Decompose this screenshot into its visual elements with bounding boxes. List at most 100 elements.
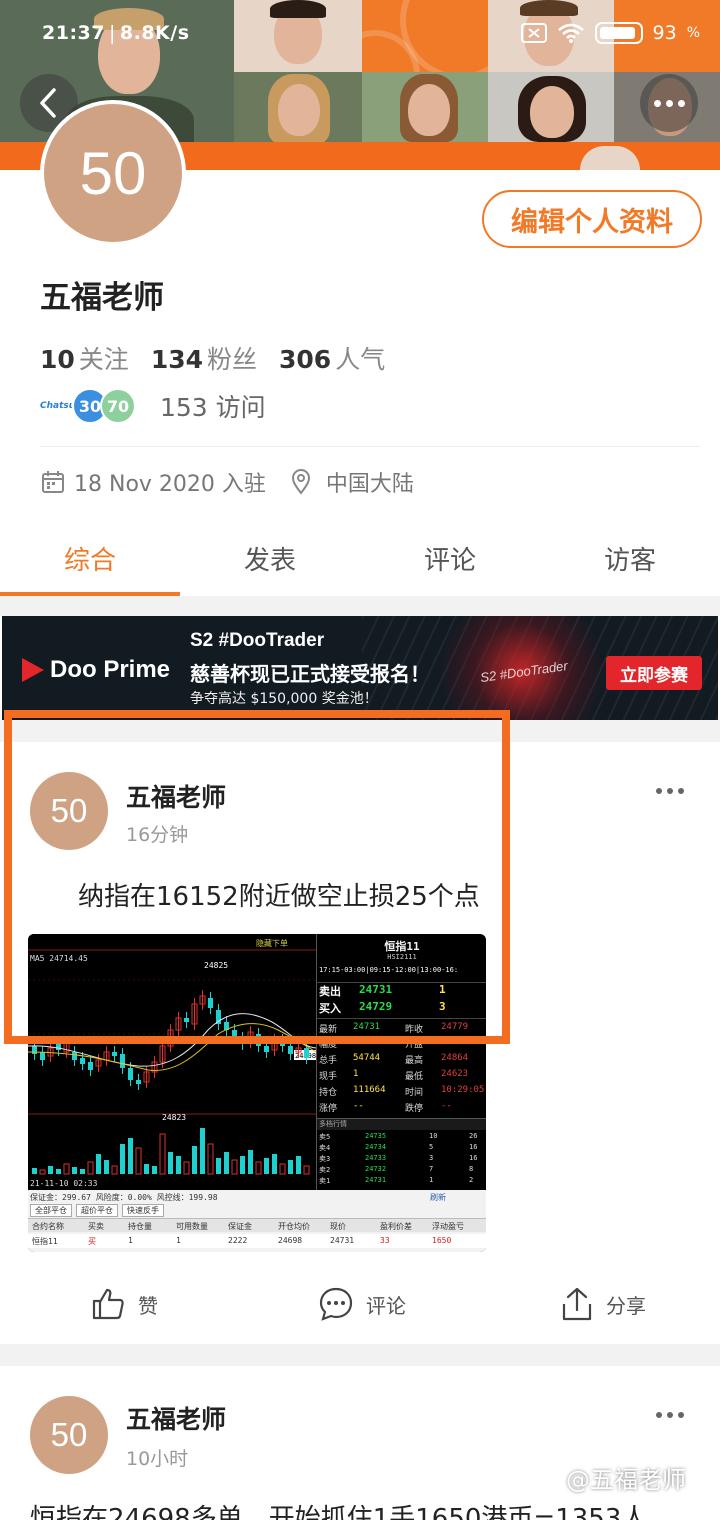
table-cell: 24731 <box>330 1236 355 1245</box>
table-cell: 1 <box>176 1236 181 1245</box>
popularity-label: 人气 <box>335 345 386 374</box>
quote-cell: 涨停 <box>319 1104 338 1114</box>
quote-cell: 1 <box>353 1069 359 1079</box>
table-header-cell: 浮动盈亏 <box>432 1222 464 1231</box>
dot-icon <box>665 99 673 107</box>
quote-cell: 时间 <box>405 1088 424 1098</box>
cover-photo-tile <box>488 72 614 142</box>
post-author[interactable]: 五福老师 <box>126 1400 226 1436</box>
dot-icon <box>667 1412 673 1418</box>
depth-cell: 7 <box>429 1165 434 1173</box>
refresh-button[interactable]: 刷新 <box>430 1192 446 1203</box>
table-header-cell: 保证金 <box>228 1222 252 1231</box>
cover-photo-tile <box>234 72 362 142</box>
table-header-cell: 持仓量 <box>128 1222 152 1231</box>
candle <box>288 1046 293 1054</box>
quote-cell: 总手 <box>319 1056 338 1066</box>
calendar-icon <box>42 471 64 493</box>
tab-comments[interactable]: 评论 <box>360 520 540 596</box>
followers-count[interactable]: 134 <box>151 345 203 374</box>
table-cell: 2222 <box>228 1236 248 1245</box>
dot-icon <box>656 788 662 794</box>
status-time: 21:37 | 8.8K/s <box>42 22 190 44</box>
candle <box>40 1052 45 1060</box>
ad-cta-button[interactable]: 立即参赛 <box>606 656 702 690</box>
volume-bar <box>264 1158 269 1174</box>
quote-cell: 111664 <box>353 1085 386 1095</box>
depth-cell: 卖3 <box>319 1155 331 1163</box>
depth-cell: 卖4 <box>319 1144 331 1152</box>
chart-date: 21-11-10 02:33 <box>30 1179 98 1188</box>
watermark: @五福老师 <box>566 1466 686 1494</box>
like-button[interactable]: 赞 <box>90 1286 158 1322</box>
candle <box>128 1068 133 1080</box>
dot-icon <box>653 99 661 107</box>
followers-label[interactable]: 粉丝 <box>207 340 257 376</box>
tab-visitors[interactable]: 访客 <box>540 520 720 596</box>
post-more-button[interactable] <box>656 1412 684 1418</box>
depth-cell: 1 <box>429 1176 434 1184</box>
depth-cell: 8 <box>469 1165 474 1173</box>
close-all-button[interactable]: 全部平仓 <box>30 1204 72 1217</box>
depth-cell: 24732 <box>365 1165 387 1173</box>
depth-cell: 24735 <box>365 1132 387 1140</box>
candle <box>304 1048 309 1058</box>
section-gap <box>0 596 720 616</box>
post-text: 恒指在24698多单，开始抓住1手1650港币=1353人 <box>30 1504 648 1520</box>
profile-avatar[interactable]: 50 <box>40 100 186 246</box>
candle <box>264 1046 269 1052</box>
table-header-cell: 开仓均价 <box>278 1222 310 1231</box>
following-label[interactable]: 关注 <box>79 340 129 376</box>
account-line: 保证金：299.67 风险度：0.00% 风控线：199.98 <box>30 1193 218 1202</box>
depth-cell: 16 <box>469 1143 478 1151</box>
candle <box>112 1052 117 1056</box>
dot-icon <box>677 99 685 107</box>
share-button[interactable]: 分享 <box>560 1286 646 1322</box>
visit-count: 153 访问 <box>160 393 266 422</box>
depth-row: 卖1 24731 1 2 <box>317 1176 486 1187</box>
tab-overview[interactable]: 综合 <box>0 520 180 596</box>
comment-button[interactable]: 评论 <box>318 1286 406 1322</box>
table-header-cell: 合约名称 <box>32 1222 64 1231</box>
quote-cell: 最高 <box>405 1056 424 1066</box>
depth-cell: 24734 <box>365 1143 387 1151</box>
quote-row: 涨停 -- 跌停 -- <box>317 1098 486 1114</box>
following-count[interactable]: 10 <box>40 345 75 374</box>
thumbs-up-icon <box>92 1288 124 1320</box>
depth-row: 卖2 24732 7 8 <box>317 1165 486 1176</box>
volume-bar <box>224 1152 229 1174</box>
comment-label: 评论 <box>366 1293 406 1318</box>
volume-bar <box>144 1164 149 1174</box>
post-more-button[interactable] <box>656 788 684 794</box>
clock-text: 21:37 <box>42 22 105 44</box>
volume-bar <box>288 1160 293 1174</box>
profile-badges: Chatsu 30 70 153 访问 <box>40 388 266 424</box>
volume-bar <box>120 1144 125 1174</box>
account-panel: 保证金：299.67 风险度：0.00% 风控线：199.98 刷新 全部平仓 … <box>28 1190 486 1252</box>
tab-posts[interactable]: 发表 <box>180 520 360 596</box>
table-cell: 33 <box>380 1236 390 1245</box>
table-cell: 24698 <box>278 1236 303 1245</box>
volume-bar <box>176 1156 181 1174</box>
volume-bar <box>128 1138 133 1174</box>
candle <box>88 1062 93 1070</box>
reverse-button[interactable]: 快速反手 <box>122 1204 164 1217</box>
close-over-button[interactable]: 超价平仓 <box>76 1204 118 1217</box>
more-options-button[interactable] <box>640 74 698 132</box>
table-cell: 1650 <box>432 1236 452 1245</box>
depth-row: 卖3 24733 3 16 <box>317 1154 486 1165</box>
comment-bubble-icon <box>319 1287 353 1321</box>
volume-bar <box>272 1154 277 1174</box>
share-icon <box>562 1287 592 1321</box>
volume-bar <box>200 1128 205 1174</box>
depth-cell: 卖1 <box>319 1177 331 1185</box>
quote-row: 现手 1 最低 24623 <box>317 1066 486 1082</box>
ad-banner[interactable]: Doo Prime S2 #DooTrader 慈善杯现已正式接受报名！ 争夺高… <box>2 616 718 720</box>
post-avatar[interactable]: 50 <box>30 1396 108 1474</box>
edit-profile-button[interactable]: 编辑个人资料 <box>482 190 702 248</box>
volume-bar <box>48 1166 53 1174</box>
quote-cell: 持仓 <box>319 1088 338 1098</box>
level-badge[interactable]: 70 <box>100 388 136 424</box>
ad-logo: Doo Prime <box>22 656 170 684</box>
table-cell: 恒指11 <box>32 1237 58 1246</box>
